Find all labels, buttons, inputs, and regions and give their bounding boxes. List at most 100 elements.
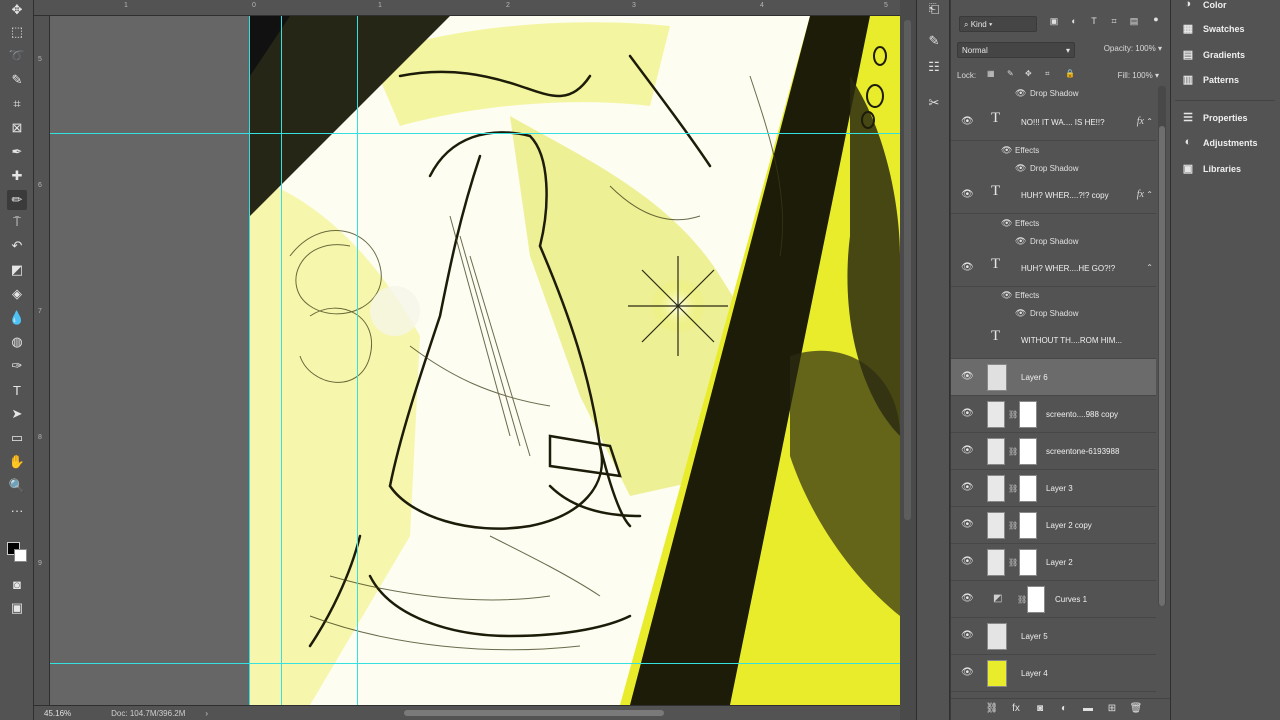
panel-tab-swatches[interactable]: ▦ Swatches bbox=[1181, 20, 1279, 40]
visibility-eye-icon[interactable]: 👁 bbox=[961, 116, 974, 127]
layer-name[interactable]: Layer 4 bbox=[1021, 669, 1048, 678]
layers-scrollbar[interactable] bbox=[1158, 86, 1166, 606]
history-panel-icon[interactable]: ⎗ bbox=[925, 0, 943, 18]
layer-name[interactable]: screentone-6193988 bbox=[1046, 447, 1146, 456]
layer-effects-row[interactable]: 👁 Effects bbox=[951, 214, 1156, 232]
layer-row-layer-3[interactable]: 👁 ⛓ Layer 3 bbox=[951, 470, 1156, 507]
layer-row-curves[interactable]: 👁 ◩ ⛓ Curves 1 bbox=[951, 581, 1156, 618]
marquee-tool-icon[interactable]: ⬚ bbox=[7, 22, 27, 42]
guide-vertical[interactable] bbox=[357, 16, 358, 705]
sliders-icon[interactable]: ☷ bbox=[925, 58, 943, 76]
eye-icon[interactable]: 👁 bbox=[1015, 308, 1026, 319]
eye-icon[interactable]: 👁 bbox=[1015, 88, 1026, 99]
layer-effect-row[interactable]: 👁 Drop Shadow bbox=[951, 159, 1156, 177]
vertical-ruler[interactable]: 5 6 7 8 9 bbox=[34, 16, 50, 705]
link-icon[interactable]: ⛓ bbox=[1008, 521, 1018, 530]
canvas-pasteboard[interactable] bbox=[50, 16, 900, 705]
link-icon[interactable]: ⛓ bbox=[1008, 484, 1018, 493]
new-layer-icon[interactable]: ⊞ bbox=[1105, 703, 1119, 717]
visibility-eye-icon[interactable]: 👁 bbox=[961, 262, 974, 273]
new-group-icon[interactable]: ▬ bbox=[1081, 703, 1095, 717]
scrollbar-thumb[interactable] bbox=[904, 20, 911, 520]
rectangle-tool-icon[interactable]: ▭ bbox=[7, 428, 27, 448]
visibility-eye-icon[interactable]: 👁 bbox=[961, 630, 974, 641]
lasso-tool-icon[interactable]: ➰ bbox=[7, 46, 27, 66]
link-icon[interactable]: ⛓ bbox=[1008, 558, 1018, 567]
history-brush-tool-icon[interactable]: ↶ bbox=[7, 236, 27, 256]
visibility-eye-icon[interactable]: 👁 bbox=[961, 445, 974, 456]
layer-name[interactable]: HUH? WHER....HE GO?!? bbox=[1021, 264, 1131, 273]
hand-tool-icon[interactable]: ✋ bbox=[7, 452, 27, 472]
blend-mode-select[interactable]: Normal ▾ bbox=[957, 42, 1075, 58]
panel-tab-libraries[interactable]: ▣ Libraries bbox=[1181, 160, 1279, 180]
layer-name[interactable]: Layer 5 bbox=[1021, 632, 1048, 641]
layer-row-layer-6[interactable]: 👁 Layer 6 bbox=[951, 359, 1156, 396]
clone-stamp-tool-icon[interactable]: ⍑ bbox=[7, 212, 27, 232]
visibility-eye-icon[interactable]: 👁 bbox=[961, 482, 974, 493]
link-icon[interactable]: ⛓ bbox=[1008, 447, 1018, 456]
lock-artboard-icon[interactable]: ⌗ bbox=[1045, 69, 1050, 79]
horizontal-scrollbar[interactable] bbox=[404, 710, 664, 716]
blur-tool-icon[interactable]: 💧 bbox=[7, 308, 27, 328]
layer-name[interactable]: WITHOUT TH....ROM HIM... bbox=[1021, 336, 1141, 345]
eye-icon[interactable]: 👁 bbox=[1001, 290, 1012, 301]
zoom-tool-icon[interactable]: 🔍 bbox=[7, 476, 27, 496]
link-icon[interactable]: ⛓ bbox=[1017, 595, 1027, 604]
quick-select-tool-icon[interactable]: ✎ bbox=[7, 70, 27, 90]
shape-filter-icon[interactable]: ⌗ bbox=[1107, 16, 1121, 30]
filter-toggle-icon[interactable]: ● bbox=[1149, 14, 1163, 28]
fx-icon[interactable]: fx bbox=[1009, 703, 1023, 717]
color-swatches[interactable] bbox=[5, 530, 31, 568]
fx-icon[interactable]: fx bbox=[1137, 189, 1144, 200]
visibility-eye-icon[interactable]: 👁 bbox=[961, 371, 974, 382]
zoom-level-field[interactable]: 45.16% bbox=[44, 709, 71, 718]
layer-name[interactable]: Layer 6 bbox=[1021, 373, 1048, 382]
guide-horizontal[interactable] bbox=[50, 663, 900, 664]
fill-value[interactable]: 100% bbox=[1132, 71, 1152, 80]
lock-transparent-icon[interactable]: ▦ bbox=[987, 69, 995, 78]
lock-image-icon[interactable]: ✎ bbox=[1007, 69, 1014, 78]
pen-tool-icon[interactable]: ✑ bbox=[7, 356, 27, 376]
adjustment-layer-icon[interactable]: ◐ bbox=[1057, 703, 1071, 717]
smart-object-filter-icon[interactable]: ▤ bbox=[1127, 16, 1141, 30]
visibility-eye-icon[interactable]: 👁 bbox=[961, 408, 974, 419]
layer-row-layer-4[interactable]: 👁 Layer 4 bbox=[951, 655, 1156, 692]
adjustment-filter-icon[interactable]: ◐ bbox=[1067, 16, 1081, 30]
guide-horizontal[interactable] bbox=[50, 133, 900, 134]
type-tool-icon[interactable]: T bbox=[7, 380, 27, 400]
layer-effect-row[interactable]: 👁 Drop Shadow bbox=[951, 232, 1156, 250]
type-filter-icon[interactable]: T bbox=[1087, 16, 1101, 30]
background-color-swatch[interactable] bbox=[14, 549, 27, 562]
dodge-tool-icon[interactable]: ◍ bbox=[7, 332, 27, 352]
layer-effects-row[interactable]: 👁 Effects bbox=[951, 286, 1156, 304]
eye-icon[interactable]: 👁 bbox=[1015, 163, 1026, 174]
document-size-info[interactable]: Doc: 104.7M/396.2M bbox=[111, 709, 185, 718]
status-menu-arrow-icon[interactable]: › bbox=[205, 709, 208, 718]
horizontal-ruler[interactable]: 1 0 1 2 3 4 5 bbox=[34, 0, 900, 16]
opacity-control[interactable]: Opacity: 100% ▾ bbox=[1104, 44, 1162, 53]
lock-position-icon[interactable]: ✥ bbox=[1025, 69, 1032, 78]
layer-name[interactable]: HUH? WHER....?!? copy bbox=[1021, 191, 1131, 200]
layer-effect-row[interactable]: 👁 Drop Shadow bbox=[951, 304, 1156, 322]
filter-kind-select[interactable]: ⌕ Kind ▾ bbox=[959, 16, 1037, 32]
tools-preset-icon[interactable]: ✂ bbox=[925, 94, 943, 112]
visibility-eye-icon[interactable]: 👁 bbox=[961, 556, 974, 567]
move-tool-icon[interactable]: ✥ bbox=[7, 0, 27, 20]
eraser-tool-icon[interactable]: ◩ bbox=[7, 260, 27, 280]
layer-name[interactable]: NO!!! IT WA.... IS HE!!? bbox=[1021, 118, 1131, 127]
layer-name[interactable]: Curves 1 bbox=[1055, 595, 1087, 604]
eye-icon[interactable]: 👁 bbox=[1001, 218, 1012, 229]
brush-settings-icon[interactable]: ✎ bbox=[925, 32, 943, 50]
guide-vertical[interactable] bbox=[281, 16, 282, 705]
panel-tab-color[interactable]: ◑ Color bbox=[1181, 0, 1279, 16]
add-mask-icon[interactable]: ◙ bbox=[1033, 703, 1047, 717]
link-icon[interactable]: ⛓ bbox=[1008, 410, 1018, 419]
layer-row-text-2[interactable]: 👁 T HUH? WHER....?!? copy fx ⌃ bbox=[951, 177, 1156, 214]
layer-row-screentone-copy[interactable]: 👁 ⛓ screento....988 copy bbox=[951, 396, 1156, 433]
paint-bucket-tool-icon[interactable]: ◈ bbox=[7, 284, 27, 304]
healing-brush-tool-icon[interactable]: ✚ bbox=[7, 166, 27, 186]
layer-mask-thumbnail[interactable] bbox=[1019, 512, 1037, 539]
fx-icon[interactable]: fx bbox=[1137, 116, 1144, 127]
panel-tab-adjustments[interactable]: ◐ Adjustments bbox=[1181, 134, 1279, 154]
layer-name[interactable]: Layer 2 copy bbox=[1046, 521, 1092, 530]
